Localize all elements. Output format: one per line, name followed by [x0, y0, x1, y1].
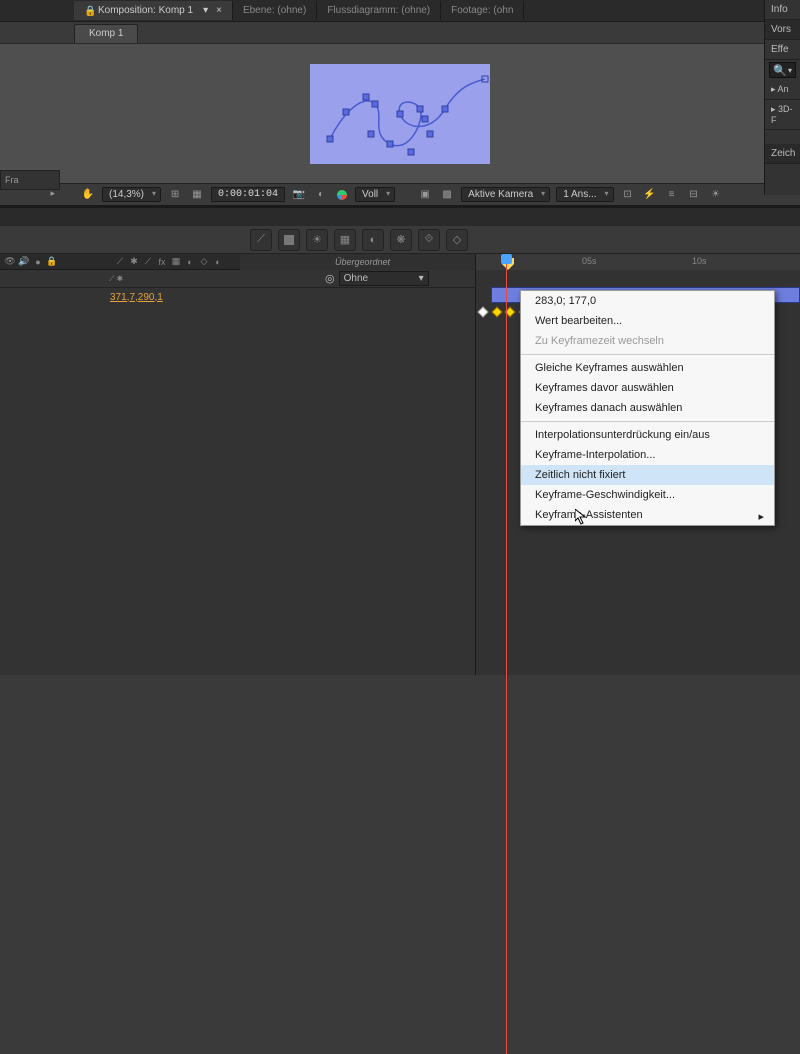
av-switches-header: 👁 🔊 ● 🔒	[0, 254, 110, 270]
menu-interp[interactable]: Keyframe-Interpolation...	[521, 445, 774, 465]
snapshot-icon[interactable]: 📷	[291, 187, 307, 203]
lock-icon: 🔒	[46, 256, 58, 267]
menu-goto-time: Zu Keyframezeit wechseln	[521, 331, 774, 351]
comp-canvas	[310, 64, 490, 164]
motion-blur-button[interactable]: ◐	[362, 229, 384, 251]
timeline-icon[interactable]: ≡	[664, 187, 680, 203]
menu-rove-across-time[interactable]: Zeitlich nicht fixiert	[521, 465, 774, 485]
playhead[interactable]	[506, 254, 507, 1054]
panel-info[interactable]: Info	[765, 0, 800, 20]
video-icon: 👁	[4, 256, 16, 267]
hand-icon[interactable]: ✋	[80, 187, 96, 203]
zoom-dropdown[interactable]: (14,3%)	[102, 187, 161, 202]
search-icon: 🔍	[773, 64, 787, 77]
right-panel-stack: Info Vors Effe 🔍▾ ▸ An ▸ 3D-F Zeich	[764, 0, 800, 195]
exposure-icon[interactable]: ☀	[708, 187, 724, 203]
keyframe[interactable]	[477, 306, 488, 317]
tab-layer[interactable]: Ebene: (ohne)	[233, 1, 317, 20]
menu-interp-toggle[interactable]: Interpolationsunterdrückung ein/aus	[521, 425, 774, 445]
panel-preview[interactable]: Vors	[765, 20, 800, 40]
brainstorm-button[interactable]: ❋	[390, 229, 412, 251]
position-value[interactable]: 371,7,290,1	[110, 292, 163, 303]
motion-path	[310, 64, 490, 164]
menu-edit-value[interactable]: Wert bearbeiten...	[521, 311, 774, 331]
panel-effects[interactable]: Effe	[765, 40, 800, 60]
audio-icon: 🔊	[18, 256, 30, 267]
pixel-aspect-icon[interactable]: ⊡	[620, 187, 636, 203]
tab-flowchart[interactable]: Flussdiagramm: (ohne)	[317, 1, 441, 20]
menu-assistants[interactable]: Keyframe-Assistenten▸	[521, 505, 774, 525]
menu-select-same[interactable]: Gleiche Keyframes auswählen	[521, 358, 774, 378]
tab-footage[interactable]: Footage: (ohn	[441, 1, 524, 20]
property-row-position: 371,7,290,1	[0, 288, 475, 306]
camera-dropdown[interactable]: Aktive Kamera	[461, 187, 550, 202]
menu-select-before[interactable]: Keyframes davor auswählen	[521, 378, 774, 398]
panel-fragment: Fra ▸	[0, 170, 60, 190]
color-wheel-icon[interactable]	[335, 188, 349, 202]
resolution-icon[interactable]: ⊞	[167, 187, 183, 203]
solo-icon: ●	[32, 257, 44, 267]
sub-tab-comp[interactable]: Komp 1	[74, 24, 138, 43]
timeline-toolbar: ⟋ ☀ ▦ ◐ ❋ ⟐ ◇	[0, 226, 800, 254]
transparency-icon[interactable]: ▩	[439, 187, 455, 203]
parent-dropdown[interactable]: Ohne▾	[339, 271, 429, 286]
graph-button[interactable]: ⟐	[418, 229, 440, 251]
keyframe[interactable]	[491, 306, 502, 317]
parent-column-header: Übergeordnet	[240, 257, 475, 267]
menu-value-display: 283,0; 177,0	[521, 291, 774, 311]
composition-viewer[interactable]	[0, 44, 800, 184]
search-input[interactable]: 🔍▾	[769, 62, 796, 78]
frame-blend-button[interactable]: ▦	[334, 229, 356, 251]
panel-draw[interactable]: Zeich	[765, 144, 800, 164]
document-tabs: 🔒 Komposition: Komp 1 ▾ × Ebene: (ohne) …	[0, 0, 800, 22]
comp-sub-tabs: Komp 1	[0, 22, 800, 44]
play-icon[interactable]: ▸	[50, 188, 55, 199]
keyframe-context-menu: 283,0; 177,0 Wert bearbeiten... Zu Keyfr…	[520, 290, 775, 526]
layer-switches-header: ⟋✱⟋fx▦◐◇◐	[110, 254, 240, 270]
fast-preview-icon[interactable]: ⚡	[642, 187, 658, 203]
tab-composition[interactable]: 🔒 Komposition: Komp 1 ▾ ×	[74, 1, 233, 20]
collapse-button[interactable]: ☀	[306, 229, 328, 251]
show-channel-icon[interactable]: ◐	[313, 187, 329, 203]
time-ruler[interactable]: 05s 10s	[475, 254, 800, 270]
blend-dropdown[interactable]: Voll	[355, 187, 395, 202]
current-time[interactable]: 0:00:01:04	[211, 187, 285, 202]
menu-select-after[interactable]: Keyframes danach auswählen	[521, 398, 774, 418]
views-dropdown[interactable]: 1 Ans...	[556, 187, 613, 202]
parent-pickwhip-icon[interactable]: ◎	[325, 272, 335, 285]
channel-icon[interactable]: ▦	[189, 187, 205, 203]
mouse-cursor-icon	[575, 509, 591, 528]
flowchart-icon[interactable]: ⊟	[686, 187, 702, 203]
submenu-arrow-icon: ▸	[758, 510, 764, 523]
shy-button[interactable]: ⟋	[250, 229, 272, 251]
auto-keyframe-button[interactable]: ◇	[446, 229, 468, 251]
lock-icon: 🔒	[84, 6, 94, 16]
tab-label: Komposition: Komp 1	[98, 5, 193, 16]
panel-3d[interactable]: ▸ 3D-F	[765, 100, 800, 130]
timeline-ruler-row: 👁 🔊 ● 🔒 ⟋✱⟋fx▦◐◇◐ Übergeordnet 05s 10s	[0, 254, 800, 270]
panel-anim-presets[interactable]: ▸ An	[765, 80, 800, 100]
region-icon[interactable]: ▣	[417, 187, 433, 203]
viewer-toolbar: ✋ (14,3%) ⊞ ▦ 0:00:01:04 📷 ◐ Voll ▣ ▩ Ak…	[0, 184, 800, 206]
menu-velocity[interactable]: Keyframe-Geschwindigkeit...	[521, 485, 774, 505]
render-button[interactable]	[278, 229, 300, 251]
